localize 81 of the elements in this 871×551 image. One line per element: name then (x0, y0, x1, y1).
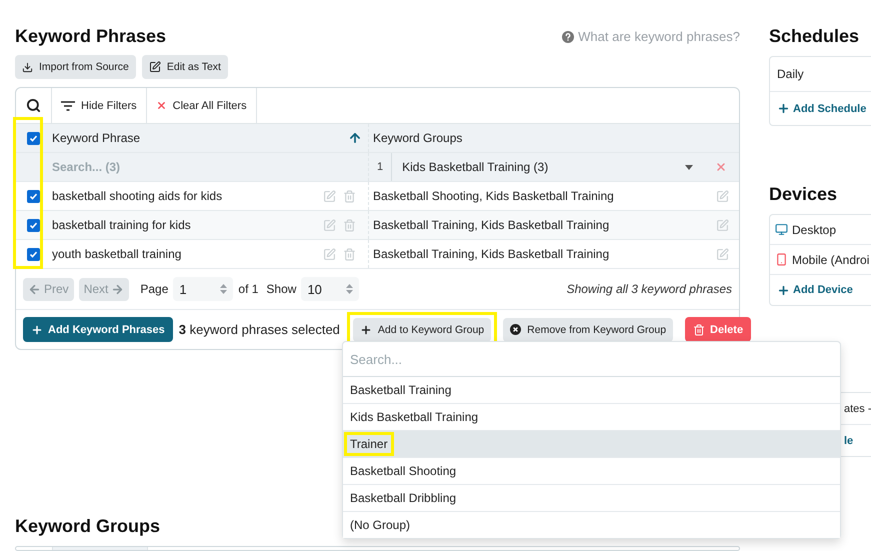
edit-icon[interactable] (716, 190, 729, 202)
trash-icon[interactable] (343, 218, 356, 232)
import-icon (22, 62, 33, 72)
dropdown-option[interactable]: Basketball Dribbling (343, 485, 840, 512)
plus-icon (31, 324, 43, 336)
dropdown-option[interactable]: Basketball Training (343, 377, 840, 404)
select-all-checkbox[interactable] (26, 132, 40, 144)
section-title: Schedules (769, 26, 860, 47)
dropdown-option[interactable]: Kids Basketball Training (343, 404, 840, 431)
add-to-group-button[interactable]: Add to Keyword Group (352, 318, 492, 342)
section-title: Devices (769, 184, 838, 205)
caret-icon (685, 164, 693, 170)
dropdown-option[interactable]: (No Group) (343, 512, 840, 538)
group-filter-select[interactable]: Kids Basketball Training (3) (392, 153, 693, 181)
plus-icon (777, 284, 790, 296)
add-schedule-link[interactable]: Add Schedule (777, 102, 866, 115)
card-link[interactable]: le (844, 434, 854, 446)
page-field[interactable]: 1 (173, 277, 234, 301)
arrow-left-icon (28, 282, 41, 296)
import-button[interactable]: Import from Source (15, 55, 136, 79)
search-icon (26, 98, 41, 113)
table-cell: Basketball Shooting, Kids Basketball Training (373, 189, 614, 203)
table-cell: Basketball Training, Kids Basketball Training (373, 218, 610, 232)
monitor-icon (775, 223, 788, 236)
option-label: Basketball Shooting (349, 463, 458, 480)
edit-icon[interactable] (716, 218, 729, 232)
option-label: Basketball Training (349, 382, 452, 399)
page-total: of 1 (238, 282, 258, 296)
device-item: Mobile (Androi (792, 252, 870, 266)
close-icon[interactable] (715, 161, 727, 173)
sort-arrow-icon (348, 131, 362, 145)
table-cell: Basketball Training, Kids Basketball Training (373, 247, 610, 261)
page-size-field[interactable]: 10 (301, 277, 360, 301)
table-cell: youth basketball training (52, 247, 182, 261)
trash-icon[interactable] (343, 248, 356, 260)
device-item: Desktop (792, 222, 836, 236)
plus-icon (777, 102, 790, 115)
results-summary: Showing all 3 keyword phrases (566, 282, 732, 296)
edit-icon[interactable] (716, 248, 729, 260)
row-checkbox[interactable] (26, 218, 40, 232)
trash-icon (693, 324, 706, 336)
dropdown-option[interactable]: Basketball Shooting (343, 458, 840, 485)
page-label: Page (140, 282, 168, 296)
option-label: Kids Basketball Training (349, 409, 480, 426)
edit-icon (148, 61, 161, 73)
table-cell: basketball shooting aids for kids (52, 189, 222, 203)
edit-icon[interactable] (323, 218, 336, 232)
phone-icon (775, 253, 788, 266)
spinner-icon[interactable] (220, 283, 228, 295)
option-label: Trainer (344, 432, 394, 456)
add-phrases-button[interactable]: Add Keyword Phrases (23, 317, 173, 342)
edit-button[interactable]: Edit as Text (142, 55, 228, 79)
dropdown-option[interactable]: Trainer (343, 431, 840, 458)
row-checkbox[interactable] (26, 190, 40, 202)
schedule-item: Daily (777, 67, 804, 81)
search-button[interactable] (16, 88, 52, 123)
column-header[interactable]: Keyword Phrase (48, 124, 368, 152)
show-label: Show (266, 282, 296, 296)
section-title: Keyword Groups (15, 516, 160, 537)
filter-icon (61, 100, 75, 110)
trash-icon[interactable] (343, 190, 356, 202)
add-device-link[interactable]: Add Device (777, 284, 853, 296)
table-cell: basketball training for kids (52, 218, 191, 232)
plus-icon (360, 324, 372, 336)
section-title: Keyword Phrases (15, 26, 166, 47)
close-icon (156, 100, 167, 111)
selection-count: 3 keyword phrases selected (178, 322, 340, 337)
help-icon (562, 30, 574, 42)
edit-icon[interactable] (323, 248, 336, 260)
filter-field[interactable]: Search... (3) (52, 160, 362, 174)
edit-icon[interactable] (323, 190, 336, 202)
row-checkbox[interactable] (26, 248, 40, 260)
column-header[interactable]: Keyword Groups (368, 124, 739, 152)
card-text: ates - (844, 402, 871, 414)
remove-icon (510, 324, 522, 335)
arrow-right-icon (111, 282, 124, 296)
filter-count: 1 (373, 153, 392, 181)
option-label: (No Group) (349, 517, 412, 534)
spinner-icon[interactable] (346, 283, 354, 295)
option-label: Basketball Dribbling (349, 490, 458, 507)
remove-from-group-button[interactable]: Remove from Keyword Group (503, 318, 674, 342)
